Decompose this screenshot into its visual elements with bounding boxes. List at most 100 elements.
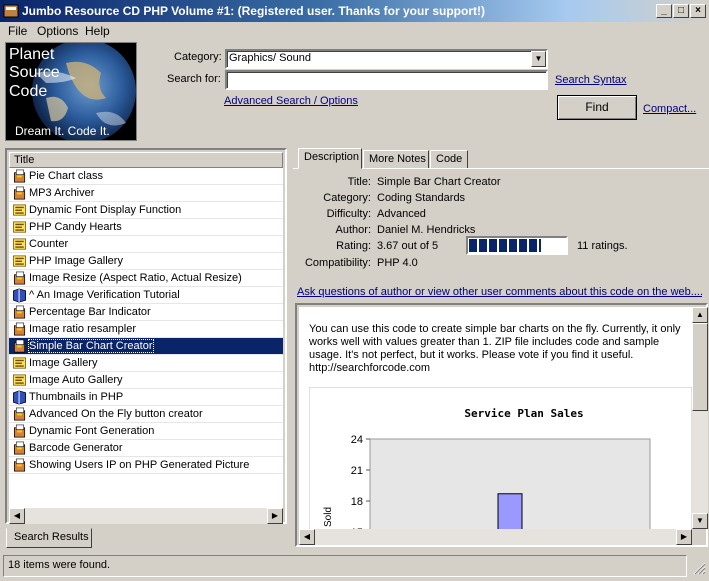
tutorial-icon [13, 288, 26, 303]
code-icon [13, 255, 26, 267]
description-body: You can use this code to create simple b… [299, 307, 692, 529]
menu-options[interactable]: Options [37, 24, 78, 38]
search-syntax-link[interactable]: Search Syntax [555, 74, 627, 86]
list-item[interactable]: Simple Bar Chart Creator [9, 338, 283, 355]
compact-link[interactable]: Compact... [643, 103, 696, 115]
list-item-title: Showing Users IP on PHP Generated Pictur… [29, 459, 250, 471]
compat-value: PHP 4.0 [377, 257, 418, 269]
category-value: Graphics/ Sound [229, 52, 311, 64]
list-item[interactable]: Counter [9, 236, 283, 253]
logo-text-source: Source [9, 64, 60, 81]
package-icon [14, 424, 26, 438]
chart-bar [497, 493, 523, 529]
package-icon [14, 169, 26, 183]
window-title: Jumbo Resource CD PHP Volume #1: (Regist… [22, 4, 485, 18]
title-value: Simple Bar Chart Creator [377, 176, 501, 188]
list-item-title: Counter [29, 238, 69, 250]
code-icon [13, 204, 26, 216]
package-icon [14, 305, 26, 319]
list-item-title: Image Gallery [29, 357, 98, 369]
bar-chart: Service Plan Sales Sold 24211815 [309, 387, 692, 529]
list-item-title: PHP Candy Hearts [29, 221, 122, 233]
list-item-title: Dynamic Font Generation [29, 425, 155, 437]
package-icon [14, 339, 26, 353]
list-item[interactable]: Image ratio resampler [9, 321, 283, 338]
status-bar: 18 items were found. [3, 555, 687, 577]
resize-grip-icon[interactable] [690, 559, 706, 575]
scroll-up-icon[interactable]: ▲ [692, 307, 708, 323]
chart-title: Service Plan Sales [464, 407, 583, 420]
logo-tagline: Dream It. Code It. [15, 124, 110, 138]
ratings-count: 11 ratings. [577, 240, 628, 252]
list-item-title: Pie Chart class [29, 170, 103, 182]
minimize-button[interactable]: _ [656, 4, 672, 18]
menu-help[interactable]: Help [85, 24, 110, 38]
description-panel: You can use this code to create simple b… [295, 303, 708, 547]
list-item[interactable]: Image Resize (Aspect Ratio, Actual Resiz… [9, 270, 283, 287]
package-icon [14, 458, 26, 472]
menu-file[interactable]: File [8, 24, 27, 38]
results-list-body: Pie Chart class MP3 Archiver Dynamic Font … [9, 168, 283, 508]
list-item-title: PHP Image Gallery [29, 255, 123, 267]
desc-scroll-right-icon[interactable]: ▶ [676, 529, 692, 545]
maximize-button[interactable]: □ [673, 4, 689, 18]
status-text: 18 items were found. [8, 559, 111, 571]
advanced-search-link[interactable]: Advanced Search / Options [224, 95, 358, 107]
description-text: You can use this code to create simple b… [309, 323, 681, 361]
search-input[interactable] [225, 70, 548, 90]
find-button[interactable]: Find [557, 95, 637, 120]
list-item[interactable]: Advanced On the Fly button creator [9, 406, 283, 423]
list-item[interactable]: Barcode Generator [9, 440, 283, 457]
tab-search-results[interactable]: Search Results [6, 528, 92, 548]
difficulty-label: Difficulty: [326, 208, 371, 220]
list-item[interactable]: Image Auto Gallery [9, 372, 283, 389]
search-label: Search for: [167, 73, 221, 85]
list-header-title[interactable]: Title [9, 152, 283, 168]
list-item[interactable]: Image Gallery [9, 355, 283, 372]
vertical-scrollbar[interactable]: ▲ ▼ [692, 307, 708, 529]
scroll-thumb[interactable] [692, 323, 708, 411]
tab-more-notes[interactable]: More Notes [363, 150, 429, 169]
scroll-left-icon[interactable]: ◀ [9, 508, 25, 524]
title-label: Title: [347, 176, 371, 188]
close-button[interactable]: × [690, 4, 706, 18]
ask-questions-link[interactable]: Ask questions of author or view other us… [297, 286, 702, 298]
logo-text-code: Code [9, 83, 48, 100]
list-item[interactable]: Dynamic Font Generation [9, 423, 283, 440]
logo-text-planet: Planet [9, 46, 55, 63]
package-icon [14, 407, 26, 421]
details-tabs: Description More Notes Code [297, 148, 709, 170]
code-icon [13, 374, 26, 386]
compat-label: Compatibility: [304, 257, 371, 269]
planet-source-code-logo: Planet Source Code Dream It. Code It. [5, 42, 137, 141]
difficulty-value: Advanced [377, 208, 426, 220]
desc-scroll-left-icon[interactable]: ◀ [299, 529, 315, 545]
tab-code[interactable]: Code [430, 150, 468, 169]
code-icon [13, 357, 26, 369]
rating-bar [466, 236, 568, 255]
tab-description[interactable]: Description [298, 148, 362, 169]
tutorial-icon [13, 390, 26, 405]
list-item[interactable]: ^ An Image Verification Tutorial [9, 287, 283, 304]
list-item[interactable]: Showing Users IP on PHP Generated Pictur… [9, 457, 283, 474]
list-item[interactable]: PHP Image Gallery [9, 253, 283, 270]
list-item-title: Simple Bar Chart Creator [28, 339, 154, 353]
package-icon [14, 441, 26, 455]
list-item[interactable]: Thumbnails in PHP [9, 389, 283, 406]
list-item-title: Thumbnails in PHP [29, 391, 124, 403]
title-bar: Jumbo Resource CD PHP Volume #1: (Regist… [0, 0, 709, 22]
list-item[interactable]: PHP Candy Hearts [9, 219, 283, 236]
list-item[interactable]: Pie Chart class [9, 168, 283, 185]
rating-value: 3.67 out of 5 [377, 240, 439, 252]
list-item[interactable]: MP3 Archiver [9, 185, 283, 202]
dropdown-arrow-icon[interactable]: ▼ [531, 51, 546, 67]
list-item[interactable]: Percentage Bar Indicator [9, 304, 283, 321]
desc-horizontal-scrollbar[interactable]: ◀ ▶ [299, 529, 692, 545]
author-label: Author: [335, 224, 371, 236]
scroll-right-icon[interactable]: ▶ [267, 508, 283, 524]
scroll-down-icon[interactable]: ▼ [692, 513, 708, 529]
category-select[interactable]: Graphics/ Sound ▼ [225, 49, 548, 69]
list-item-title: MP3 Archiver [29, 187, 95, 199]
list-item[interactable]: Dynamic Font Display Function [9, 202, 283, 219]
horizontal-scrollbar[interactable]: ◀ ▶ [9, 508, 283, 524]
